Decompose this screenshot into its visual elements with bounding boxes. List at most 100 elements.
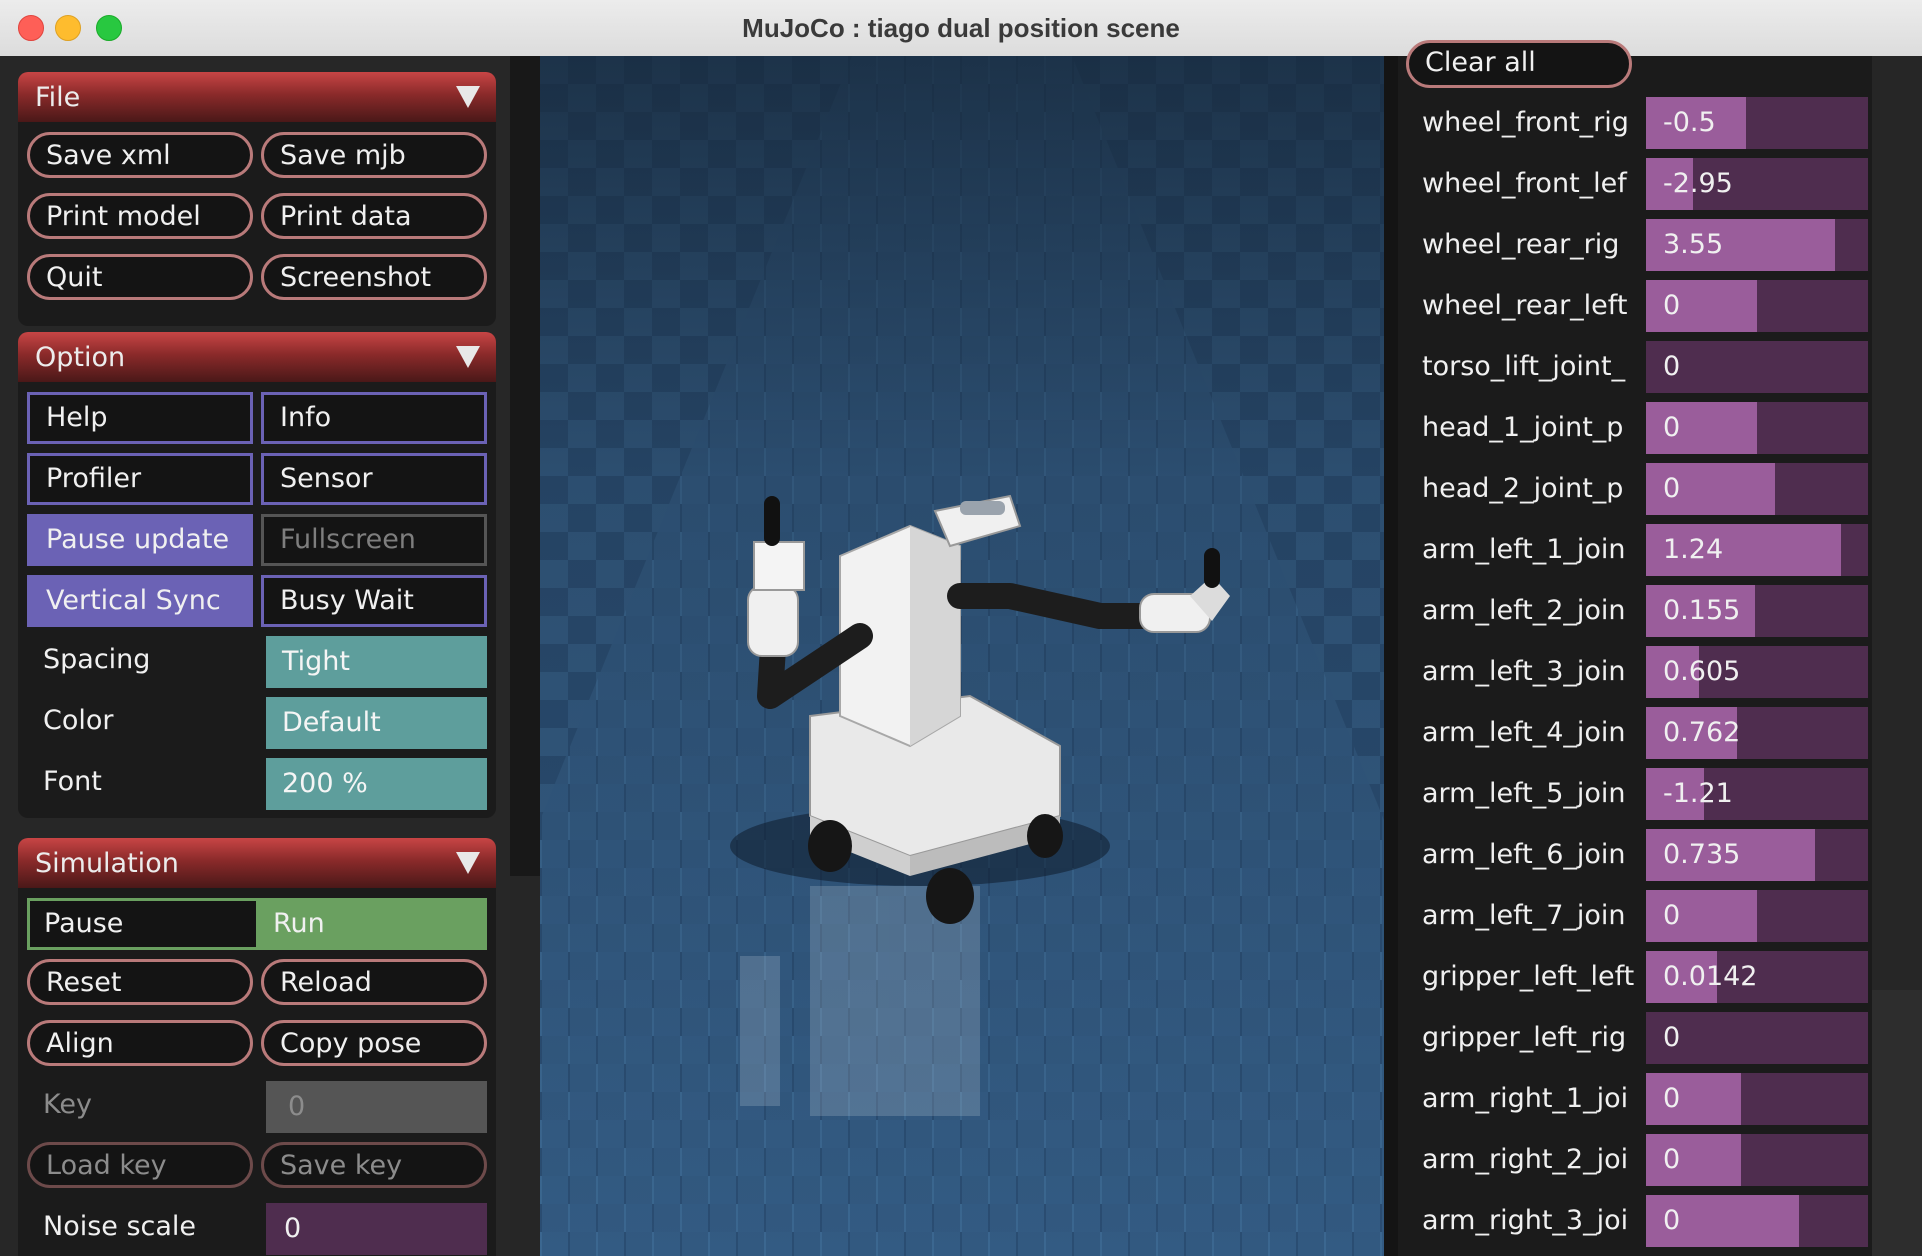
joint-slider[interactable]: 0.735: [1646, 829, 1868, 881]
sensor-toggle[interactable]: Sensor: [261, 453, 487, 505]
joint-slider-row: arm_left_6_join 0.735: [1398, 829, 1872, 881]
title-bar: MuJoCo : tiago dual position scene: [0, 0, 1922, 57]
reset-button[interactable]: Reset: [27, 959, 253, 1005]
collapse-arrow-icon[interactable]: [456, 852, 480, 874]
joint-slider[interactable]: 0: [1646, 1195, 1868, 1247]
info-toggle[interactable]: Info: [261, 392, 487, 444]
joint-slider[interactable]: 0: [1646, 402, 1868, 454]
option-section-header[interactable]: Option: [18, 332, 496, 382]
fullscreen-toggle[interactable]: Fullscreen: [261, 514, 487, 566]
quit-button[interactable]: Quit: [27, 254, 253, 300]
joint-slider[interactable]: 1.24: [1646, 524, 1868, 576]
joint-value: 0: [1663, 1083, 1681, 1114]
joint-slider-row: arm_right_1_joi 0: [1398, 1073, 1872, 1125]
color-select[interactable]: Default: [266, 697, 487, 749]
joint-slider-row: arm_left_4_join 0.762: [1398, 707, 1872, 759]
joint-slider[interactable]: -2.95: [1646, 158, 1868, 210]
joint-slider[interactable]: 0: [1646, 280, 1868, 332]
joint-slider[interactable]: 0.762: [1646, 707, 1868, 759]
joint-slider[interactable]: 0: [1646, 1134, 1868, 1186]
joint-name-label: gripper_left_rig: [1422, 1022, 1627, 1053]
joint-value: 0.0142: [1663, 961, 1758, 992]
joint-slider-row: arm_right_2_joi 0: [1398, 1134, 1872, 1186]
joint-value: 0: [1663, 1022, 1681, 1053]
joint-value: 1.24: [1663, 534, 1724, 565]
joint-name-label: head_1_joint_p: [1422, 412, 1624, 443]
busy-wait-toggle[interactable]: Busy Wait: [261, 575, 487, 627]
vertical-sync-toggle[interactable]: Vertical Sync: [27, 575, 253, 627]
joint-slider[interactable]: 0.605: [1646, 646, 1868, 698]
joint-slider[interactable]: 0: [1646, 1012, 1868, 1064]
file-section: File Save xml Save mjb Print model Print…: [18, 72, 496, 326]
pause-update-toggle[interactable]: Pause update: [27, 514, 253, 566]
joint-slider-row: torso_lift_joint_ 0: [1398, 341, 1872, 393]
left-ui-panel: File Save xml Save mjb Print model Print…: [0, 56, 510, 1256]
file-section-title: File: [35, 82, 81, 113]
file-section-header[interactable]: File: [18, 72, 496, 122]
joint-slider-row: arm_left_5_join -1.21: [1398, 768, 1872, 820]
joint-slider[interactable]: -1.21: [1646, 768, 1868, 820]
align-button[interactable]: Align: [27, 1020, 253, 1066]
simulation-section-header[interactable]: Simulation: [18, 838, 496, 888]
joint-slider[interactable]: 0: [1646, 1073, 1868, 1125]
left-panel-scrollbar[interactable]: [510, 56, 540, 876]
collapse-arrow-icon[interactable]: [456, 86, 480, 108]
joint-value: 0.605: [1663, 656, 1741, 687]
save-mjb-button[interactable]: Save mjb: [261, 132, 487, 178]
key-label: Key: [43, 1089, 92, 1120]
joint-name-label: arm_right_1_joi: [1422, 1083, 1629, 1114]
joint-slider-fill: [1646, 1134, 1741, 1186]
color-label: Color: [43, 705, 114, 736]
joint-name-label: wheel_rear_rig: [1422, 229, 1620, 260]
key-slider[interactable]: 0: [266, 1081, 487, 1133]
joint-value: 0.735: [1663, 839, 1741, 870]
right-panel-scrollbar[interactable]: [1384, 56, 1398, 1256]
joint-slider[interactable]: 0: [1646, 890, 1868, 942]
save-xml-button[interactable]: Save xml: [27, 132, 253, 178]
joint-slider-row: head_1_joint_p 0: [1398, 402, 1872, 454]
joint-slider-row: gripper_left_left 0.0142: [1398, 951, 1872, 1003]
simulation-section: Simulation Pause Run Reset Reload Align …: [18, 838, 496, 1256]
pause-radio[interactable]: Pause: [27, 898, 259, 950]
save-key-button[interactable]: Save key: [261, 1142, 487, 1188]
collapse-arrow-icon[interactable]: [456, 346, 480, 368]
joint-name-label: arm_left_5_join: [1422, 778, 1626, 809]
joint-slider[interactable]: 0: [1646, 341, 1868, 393]
noise-scale-slider[interactable]: 0: [266, 1203, 487, 1255]
joint-name-label: arm_left_7_join: [1422, 900, 1626, 931]
joint-value: 0: [1663, 290, 1681, 321]
copy-pose-button[interactable]: Copy pose: [261, 1020, 487, 1066]
joint-name-label: arm_right_2_joi: [1422, 1144, 1629, 1175]
reload-button[interactable]: Reload: [261, 959, 487, 1005]
joint-slider[interactable]: 3.55: [1646, 219, 1868, 271]
joint-name-label: torso_lift_joint_: [1422, 351, 1626, 382]
font-select[interactable]: 200 %: [266, 758, 487, 810]
spacing-select[interactable]: Tight: [266, 636, 487, 688]
joint-name-label: arm_left_3_join: [1422, 656, 1626, 687]
joint-slider[interactable]: -0.5: [1646, 97, 1868, 149]
option-section-title: Option: [35, 342, 126, 373]
spacing-label: Spacing: [43, 644, 151, 675]
joint-slider[interactable]: 0.155: [1646, 585, 1868, 637]
clear-all-button[interactable]: Clear all: [1406, 40, 1632, 88]
joint-value: -0.5: [1663, 107, 1716, 138]
mujoco-window: MuJoCo : tiago dual position scene File …: [0, 0, 1922, 1256]
help-toggle[interactable]: Help: [27, 392, 253, 444]
run-radio[interactable]: Run: [259, 898, 487, 950]
joint-value: 0: [1663, 351, 1681, 382]
joint-value: 0: [1663, 1144, 1681, 1175]
load-key-button[interactable]: Load key: [27, 1142, 253, 1188]
profiler-toggle[interactable]: Profiler: [27, 453, 253, 505]
joint-slider-row: gripper_left_rig 0: [1398, 1012, 1872, 1064]
joint-value: 0: [1663, 412, 1681, 443]
joint-slider[interactable]: 0.0142: [1646, 951, 1868, 1003]
joint-slider[interactable]: 0: [1646, 463, 1868, 515]
joint-slider-row: wheel_rear_left 0: [1398, 280, 1872, 332]
print-data-button[interactable]: Print data: [261, 193, 487, 239]
3d-viewport[interactable]: [540, 56, 1384, 1256]
print-model-button[interactable]: Print model: [27, 193, 253, 239]
screenshot-button[interactable]: Screenshot: [261, 254, 487, 300]
joint-slider-fill: [1646, 1073, 1741, 1125]
joint-slider-row: wheel_front_lef -2.95: [1398, 158, 1872, 210]
simulation-section-title: Simulation: [35, 848, 179, 879]
